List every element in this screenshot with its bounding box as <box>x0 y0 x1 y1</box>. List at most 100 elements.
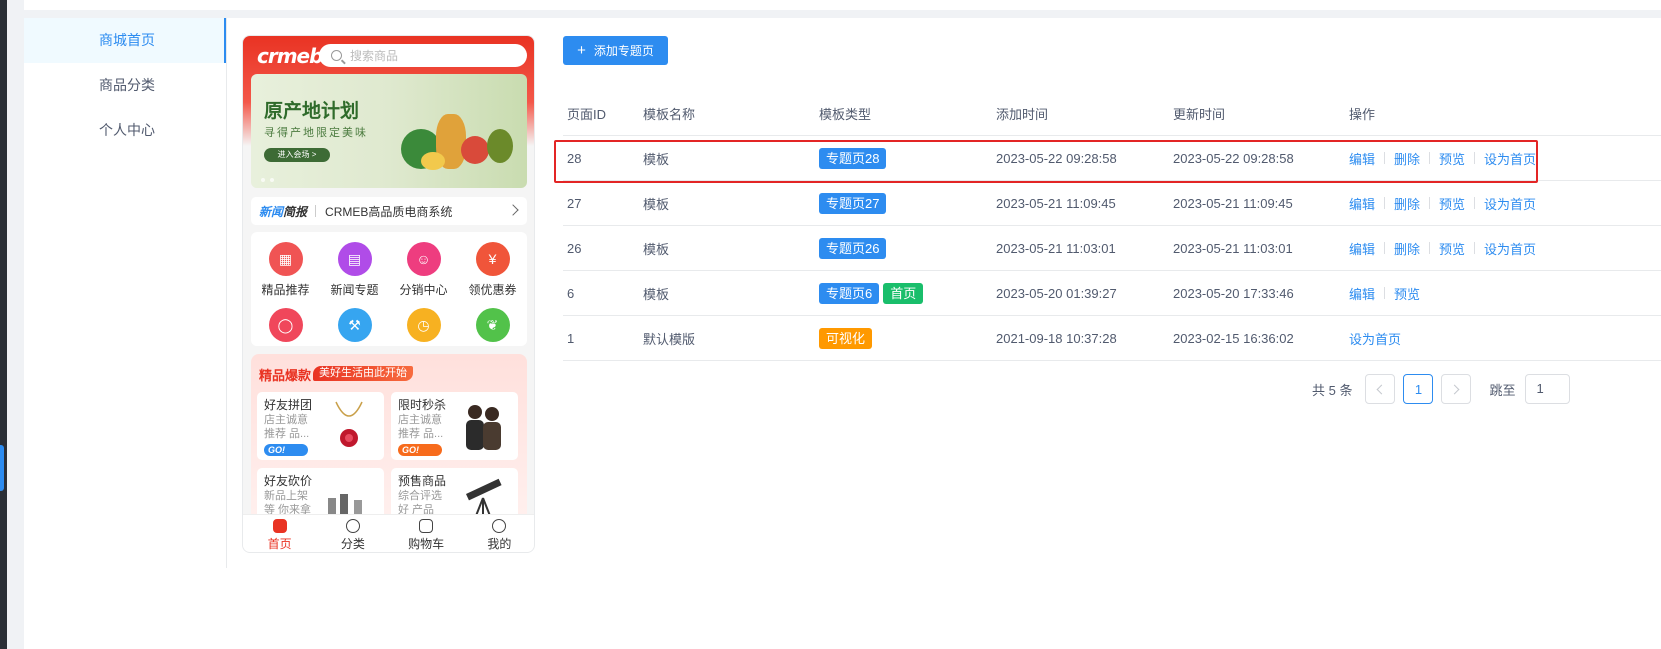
crmeb-logo: crmeb <box>257 44 323 68</box>
chevron-right-icon <box>1450 384 1460 394</box>
news-icon: ▤ <box>337 242 372 276</box>
menu-item: ¥ 领优惠券 <box>458 242 527 298</box>
type-tag: 专题页27 <box>819 192 887 214</box>
preview-link[interactable]: 预览 <box>1439 194 1465 213</box>
col-header-updated: 更新时间 <box>1173 107 1226 122</box>
preview-banner: 原产地计划 寻得产地限定美味 进入会场 > <box>251 74 527 188</box>
preview-search-placeholder: 搜索商品 <box>350 49 399 63</box>
row-actions: 编辑 删除 预览 设为首页 <box>1349 226 1536 270</box>
search-icon <box>331 50 342 61</box>
home-icon <box>272 519 287 533</box>
nav-item-category[interactable]: 商品分类 <box>24 63 226 108</box>
set-homepage-link[interactable]: 设为首页 <box>1484 194 1536 213</box>
total-count: 共 5 条 <box>1312 382 1353 398</box>
delete-link[interactable]: 删除 <box>1394 194 1420 213</box>
preview-news: 新闻简报 CRMEB高品质电商系统 <box>251 197 527 225</box>
col-header-id: 页面ID <box>567 107 607 122</box>
col-header-created: 添加时间 <box>996 107 1049 122</box>
type-tag: 可视化 <box>819 327 873 349</box>
preview-link[interactable]: 预览 <box>1439 239 1465 258</box>
preview-hot-section: 精品爆款 美好生活由此开始 好友拼团 店主诚意推荐 品... GO! 限时秒杀 … <box>251 354 527 536</box>
edit-link[interactable]: 编辑 <box>1349 149 1375 168</box>
topic-page-table: 页面ID 模板名称 模板类型 添加时间 更新时间 操作 28 模板 专题页28 … <box>563 92 1661 361</box>
page-button-current[interactable]: 1 <box>1403 374 1434 404</box>
tab-cart: 购物车 <box>390 515 463 552</box>
fruit-icon <box>487 129 513 163</box>
col-header-name: 模板名称 <box>643 107 696 122</box>
phone-preview: crmeb 搜索商品 原产地计划 寻得产地限定美味 进入会场 > 新闻简报 CR… <box>242 35 535 553</box>
hammer-icon: ⚒ <box>337 308 372 342</box>
coupon-icon: ¥ <box>475 242 510 276</box>
row-actions: 设为首页 <box>1349 316 1401 360</box>
tab-home: 首页 <box>243 515 316 552</box>
set-homepage-link[interactable]: 设为首页 <box>1484 239 1536 258</box>
preview-menu: ▦ 精品推荐 ▤ 新闻专题 ☺ 分销中心 ¥ 领优惠券 ◯ ⚒ ◷ ❦ <box>251 232 527 346</box>
fruit-icon <box>421 152 445 170</box>
promo-card: 好友拼团 店主诚意推荐 品... GO! <box>257 392 384 460</box>
grid-icon: ▦ <box>268 242 303 276</box>
nav-item-home[interactable]: 商城首页 <box>24 18 226 63</box>
delete-link[interactable]: 删除 <box>1394 149 1420 168</box>
window-edge <box>0 0 7 649</box>
jump-label: 跳至 <box>1489 382 1516 398</box>
delete-link[interactable]: 删除 <box>1394 239 1420 258</box>
user-icon <box>492 519 507 533</box>
banner-dots <box>261 178 274 182</box>
cart-icon <box>419 519 434 533</box>
tab-mine: 我的 <box>463 515 534 552</box>
top-bar <box>24 0 1661 10</box>
table-header: 页面ID 模板名称 模板类型 添加时间 更新时间 操作 <box>563 92 1661 136</box>
menu-item: ◯ <box>251 308 320 347</box>
row-actions: 编辑 删除 预览 设为首页 <box>1349 136 1536 180</box>
banner-button: 进入会场 > <box>264 148 330 162</box>
people-icon <box>466 405 501 450</box>
type-tag: 专题页6 <box>819 282 880 304</box>
hot-title: 精品爆款 <box>259 368 312 383</box>
row-actions: 编辑 删除 预览 设为首页 <box>1349 181 1536 225</box>
next-page-button[interactable] <box>1441 374 1472 404</box>
set-homepage-link[interactable]: 设为首页 <box>1349 329 1401 348</box>
preview-search-bar: 搜索商品 <box>319 44 527 67</box>
table-row: 27 模板 专题页27 2023-05-21 11:09:45 2023-05-… <box>563 181 1661 226</box>
edge-indicator <box>0 445 4 491</box>
menu-item: ◷ <box>389 308 458 347</box>
menu-item: ☺ 分销中心 <box>389 242 458 298</box>
jump-page-input[interactable]: 1 <box>1525 374 1571 404</box>
necklace-icon <box>335 401 363 447</box>
edit-link[interactable]: 编辑 <box>1349 284 1375 303</box>
pagination: 共 5 条 1 跳至 1 <box>1312 373 1571 405</box>
edit-link[interactable]: 编辑 <box>1349 239 1375 258</box>
banner-subtitle: 寻得产地限定美味 <box>264 127 368 139</box>
nav-item-user-center[interactable]: 个人中心 <box>24 108 226 153</box>
users-icon: ☺ <box>406 242 441 276</box>
type-tag: 专题页28 <box>819 147 887 169</box>
chevron-right-icon <box>507 204 519 216</box>
table-row: 28 模板 专题页28 2023-05-22 09:28:58 2023-05-… <box>563 136 1661 181</box>
set-homepage-link[interactable]: 设为首页 <box>1484 149 1536 168</box>
promo-card: 限时秒杀 店主诚意推荐 品... GO! <box>391 392 518 460</box>
preview-link[interactable]: 预览 <box>1394 284 1420 303</box>
preview-link[interactable]: 预览 <box>1439 149 1465 168</box>
plus-icon: + <box>577 42 586 59</box>
category-icon <box>345 519 360 533</box>
preview-tabbar: 首页 分类 购物车 我的 <box>243 514 534 552</box>
search-icon: ◯ <box>268 308 303 342</box>
table-row: 26 模板 专题页26 2023-05-21 11:03:01 2023-05-… <box>563 226 1661 271</box>
menu-item: ⚒ <box>320 308 389 347</box>
news-text: CRMEB高品质电商系统 <box>325 204 453 219</box>
clock-icon: ◷ <box>406 308 441 342</box>
col-header-type: 模板类型 <box>819 107 872 122</box>
prev-page-button[interactable] <box>1365 374 1396 404</box>
table-row: 1 默认模版 可视化 2021-09-18 10:37:28 2023-02-1… <box>563 316 1661 361</box>
col-header-actions: 操作 <box>1349 107 1376 122</box>
menu-item: ▤ 新闻专题 <box>320 242 389 298</box>
edit-link[interactable]: 编辑 <box>1349 194 1375 213</box>
banner-title: 原产地计划 <box>264 101 360 122</box>
page-nav: 商城首页 商品分类 个人中心 <box>24 18 227 568</box>
news-title: 新闻简报 <box>259 204 308 219</box>
add-topic-page-button[interactable]: + 添加专题页 <box>563 36 668 65</box>
type-tag: 专题页26 <box>819 237 887 259</box>
menu-item: ❦ <box>458 308 527 347</box>
fruit-icon <box>461 136 489 164</box>
menu-item: ▦ 精品推荐 <box>251 242 320 298</box>
